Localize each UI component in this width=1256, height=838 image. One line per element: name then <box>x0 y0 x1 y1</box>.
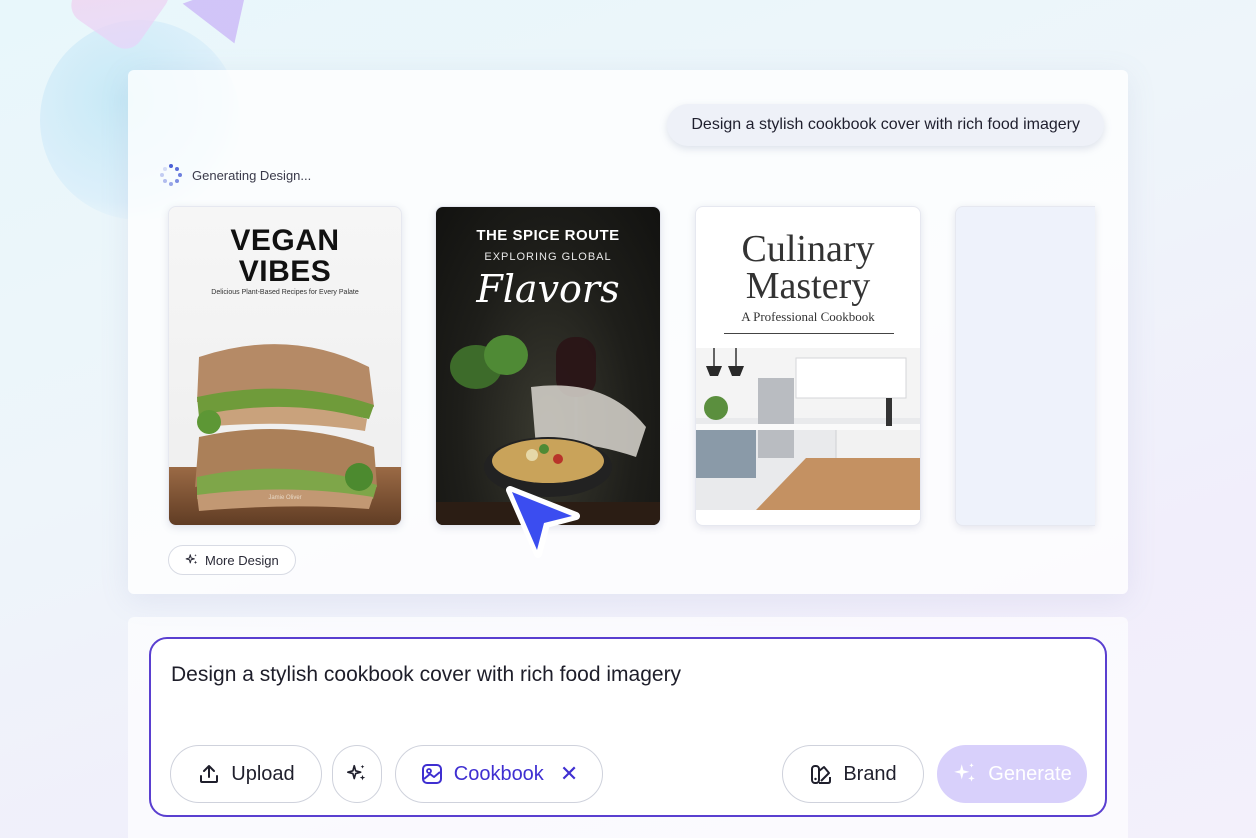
more-design-label: More Design <box>205 552 279 568</box>
background-shape-pink <box>64 0 176 56</box>
sparkle-icon <box>347 764 366 781</box>
generate-button[interactable]: Generate <box>937 745 1087 803</box>
cookbook-image-icon <box>421 764 442 784</box>
user-prompt-bubble: Design a stylish cookbook cover with ric… <box>667 104 1104 146</box>
design-card-vegan-vibes[interactable]: VEGAN VIBES Delicious Plant-Based Recipe… <box>168 206 402 526</box>
background-shape-purple <box>182 0 268 56</box>
generate-label: Generate <box>988 762 1072 785</box>
prompt-composer[interactable]: Design a stylish cookbook cover with ric… <box>149 637 1107 817</box>
sparkle-icon <box>185 554 198 565</box>
brand-label: Brand <box>843 762 897 785</box>
culinary-divider <box>724 333 894 334</box>
more-design-button[interactable]: More Design <box>168 545 296 575</box>
generating-status-text: Generating Design... <box>192 167 312 183</box>
design-results-panel: Design a stylish cookbook cover with ric… <box>128 70 1128 594</box>
upload-label: Upload <box>231 762 295 785</box>
upload-icon <box>200 765 219 783</box>
vegan-title: VEGAN VIBES <box>230 224 340 288</box>
culinary-subtitle: A Professional Cookbook <box>741 309 875 324</box>
design-card-culinary-mastery[interactable]: Culinary Mastery A Professional Cookbook <box>695 206 921 526</box>
loading-spinner-icon <box>160 164 182 186</box>
culinary-title: Culinary Mastery <box>741 228 875 307</box>
magic-enhance-button[interactable] <box>332 745 382 803</box>
spice-title: THE SPICE ROUTE <box>476 227 620 244</box>
spice-subtitle: EXPLORING GLOBAL <box>484 251 612 263</box>
cookbook-tag-label: Cookbook <box>453 762 544 785</box>
close-icon[interactable]: ✕ <box>560 761 578 787</box>
sparkle-icon <box>954 763 976 782</box>
mouse-cursor-icon <box>506 486 588 568</box>
generating-status: Generating Design... <box>160 164 311 186</box>
vegan-subtitle: Delicious Plant-Based Recipes for Every … <box>211 289 359 296</box>
kitchen-image <box>696 348 920 510</box>
brand-button[interactable]: Brand <box>782 745 924 803</box>
vegan-author: Jamie Oliver <box>268 495 302 501</box>
design-card-placeholder <box>955 206 1095 526</box>
cookbook-tag[interactable]: Cookbook ✕ <box>395 745 603 803</box>
spice-script-title: Flavors <box>476 267 620 311</box>
upload-button[interactable]: Upload <box>170 745 322 803</box>
brand-palette-icon <box>811 765 832 784</box>
prompt-input[interactable]: Design a stylish cookbook cover with ric… <box>171 663 681 687</box>
design-card-spice-route[interactable]: THE SPICE ROUTE EXPLORING GLOBAL Flavors <box>435 206 661 526</box>
